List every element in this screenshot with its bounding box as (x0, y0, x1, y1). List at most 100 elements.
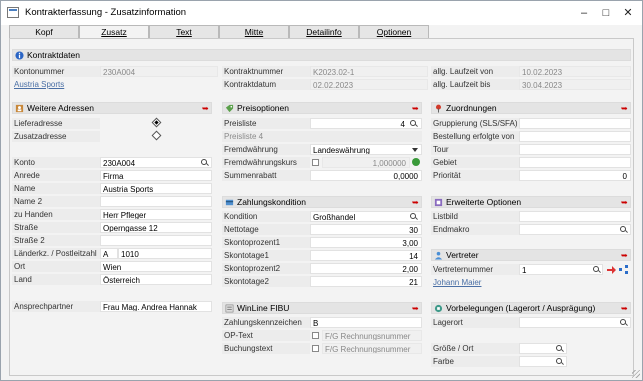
name2-field[interactable] (100, 196, 212, 207)
fremdwaehrungskurs-field[interactable]: 1,000000 (322, 157, 410, 168)
name-label: Name (12, 183, 100, 194)
anrede-field[interactable]: Firma (100, 170, 212, 181)
bestellung-field[interactable] (519, 131, 631, 142)
tab-label: Detailinfo (306, 27, 342, 37)
chevron-down-icon[interactable] (412, 148, 418, 152)
lagerort-field[interactable] (519, 317, 631, 328)
arrow-right-icon[interactable] (607, 266, 616, 274)
minimize-button[interactable]: – (575, 5, 593, 21)
section-zuordnungen: Zuordnungen ➥ (431, 102, 631, 114)
zuhanden-field[interactable]: Herr Pfleger (100, 209, 212, 220)
summenrabatt-field[interactable]: 0,0000 (310, 170, 422, 181)
fremdwaehrungskurs-label: Fremdwährungskurs (222, 157, 310, 168)
kontonummer-field[interactable]: 230A004 (100, 66, 218, 77)
lieferadresse-radio[interactable] (151, 117, 162, 128)
pin-icon[interactable]: ➥ (621, 198, 628, 207)
section-title: Kontraktdaten (27, 50, 80, 60)
tab-text[interactable]: Text (149, 25, 219, 38)
ort-field[interactable]: Wien (100, 261, 212, 272)
buchungstext-field[interactable]: F/G Rechnungsnummer (322, 343, 422, 354)
payment-icon (225, 199, 234, 206)
tab-zusatz[interactable]: Zusatz (79, 25, 149, 39)
strasse2-label: Straße 2 (12, 235, 100, 246)
section-vertreter: Vertreter ➥ (431, 249, 631, 261)
endmakro-field[interactable] (519, 224, 631, 235)
tab-mitte[interactable]: Mitte (219, 25, 289, 38)
tab-optionen[interactable]: Optionen (359, 25, 429, 38)
kontraktdatum-field[interactable]: 02.02.2023 (310, 79, 428, 90)
fibu-icon (225, 304, 234, 313)
pin-icon[interactable]: ➥ (621, 304, 628, 313)
optext-field[interactable]: F/G Rechnungsnummer (322, 330, 422, 341)
nettotage-field[interactable]: 30 (310, 224, 422, 235)
strasse-field[interactable]: Operngasse 12 (100, 222, 212, 233)
kontraktdatum-label: Kontraktdatum (222, 79, 310, 90)
search-icon[interactable] (593, 266, 601, 274)
user-icon (434, 251, 443, 260)
pin-icon[interactable]: ➥ (412, 104, 419, 113)
search-icon[interactable] (620, 319, 628, 327)
laufzeit-bis-label: allg. Laufzeit bis (431, 79, 519, 90)
skontoprozent1-field[interactable]: 3,00 (310, 237, 422, 248)
maximize-button[interactable]: □ (597, 5, 615, 21)
section-title: Vorbelegungen (Lagerort / Ausprägung) (446, 303, 596, 313)
resize-grip[interactable] (632, 370, 640, 378)
land-field[interactable]: Österreich (100, 274, 212, 285)
name-field[interactable]: Austria Sports (100, 183, 212, 194)
prioritaet-field[interactable]: 0 (519, 170, 631, 181)
refresh-icon[interactable] (412, 158, 420, 166)
optext-checkbox[interactable] (312, 332, 319, 339)
pin-icon[interactable]: ➥ (412, 198, 419, 207)
vertreternummer-field[interactable]: 1 (519, 264, 603, 275)
postleitzahl-field[interactable]: 1010 (118, 248, 212, 259)
pin-icon[interactable]: ➥ (621, 251, 628, 260)
zusatzadresse-radio[interactable] (151, 130, 162, 141)
listbild-label: Listbild (431, 211, 519, 222)
pin-icon[interactable]: ➥ (202, 104, 209, 113)
skontoprozent1-label: Skontoprozent1 (222, 237, 310, 248)
search-icon[interactable] (201, 159, 209, 167)
gruppierung-field[interactable] (519, 118, 631, 129)
search-icon[interactable] (556, 358, 564, 366)
kondition-field[interactable]: Großhandel (310, 211, 422, 222)
search-icon[interactable] (620, 226, 628, 234)
laufzeit-bis-field[interactable]: 30.04.2023 (519, 79, 631, 90)
preisliste-field[interactable]: 4 (310, 118, 422, 129)
vertreternummer-label: Vertreternummer (431, 264, 519, 275)
content-panel: Kontraktdaten Kontonummer 230A004 Austri… (9, 38, 634, 376)
buchungstext-checkbox[interactable] (312, 345, 319, 352)
tab-label: Mitte (244, 27, 264, 37)
tab-detailinfo[interactable]: Detailinfo (289, 25, 359, 38)
tab-bar: Kopf Zusatz Text Mitte Detailinfo Option… (9, 25, 639, 39)
name2-label: Name 2 (12, 196, 100, 207)
zahlungskennzeichen-field[interactable]: B (310, 317, 422, 328)
skontoprozent2-field[interactable]: 2,00 (310, 263, 422, 274)
tab-kopf[interactable]: Kopf (9, 25, 79, 38)
skontotage1-label: Skontotage1 (222, 250, 310, 261)
skontotage2-field[interactable]: 21 (310, 276, 422, 287)
konto-field[interactable]: 230A004 (100, 157, 212, 168)
strasse2-field[interactable] (100, 235, 212, 246)
ansprechpartner-field[interactable]: Frau Mag. Andrea Hannak (100, 301, 212, 312)
ansprechpartner-label: Ansprechpartner (12, 301, 100, 312)
search-icon[interactable] (410, 213, 418, 221)
listbild-field[interactable] (519, 211, 631, 222)
search-icon[interactable] (410, 120, 418, 128)
gebiet-field[interactable] (519, 157, 631, 168)
hierarchy-icon[interactable] (619, 265, 629, 274)
section-erweiterte-optionen: Erweiterte Optionen ➥ (431, 196, 631, 208)
vertreter-link[interactable]: Johann Maier (431, 277, 481, 288)
fremdwaehrungskurs-checkbox[interactable] (312, 159, 319, 166)
tour-field[interactable] (519, 144, 631, 155)
kontraktnummer-field[interactable]: K2023.02-1 (310, 66, 428, 77)
search-icon[interactable] (556, 345, 564, 353)
kondition-label: Kondition (222, 211, 310, 222)
pin-icon[interactable]: ➥ (621, 104, 628, 113)
kunde-link[interactable]: Austria Sports (12, 79, 64, 90)
close-button[interactable]: ✕ (619, 5, 637, 21)
skontotage1-field[interactable]: 14 (310, 250, 422, 261)
pin-icon[interactable]: ➥ (412, 304, 419, 313)
laenderkz-field[interactable]: A (100, 248, 118, 259)
fremdwaehrung-select[interactable]: Landeswährung (310, 144, 422, 155)
laufzeit-von-field[interactable]: 10.02.2023 (519, 66, 631, 77)
